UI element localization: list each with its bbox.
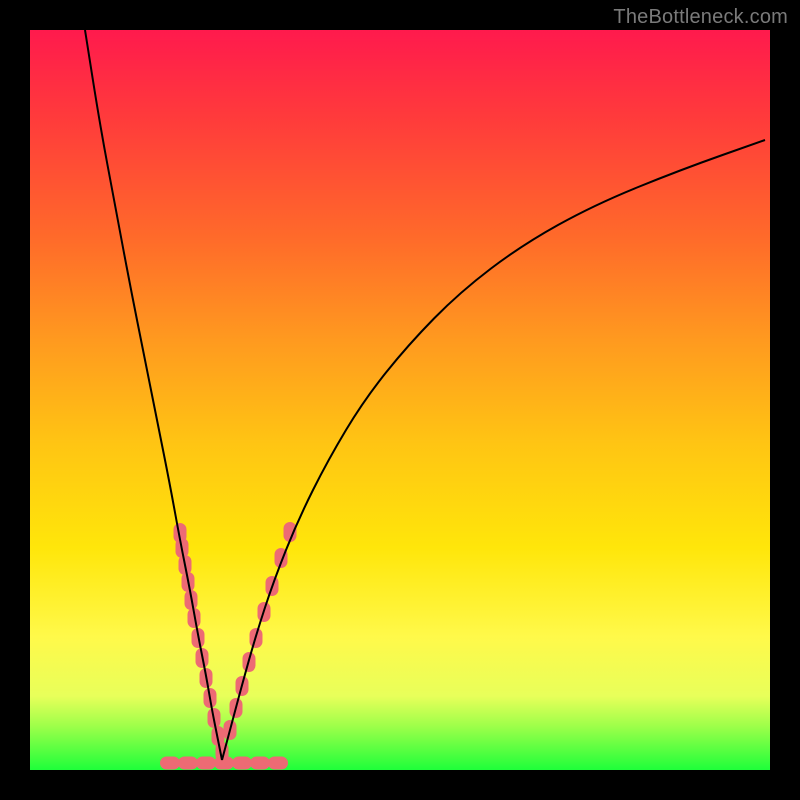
right-curve xyxy=(222,140,765,760)
marker-point xyxy=(160,757,180,770)
marker-point xyxy=(196,757,216,770)
marker-point xyxy=(214,757,234,770)
plot-area xyxy=(30,30,770,770)
marker-point xyxy=(232,757,252,770)
chart-frame: TheBottleneck.com xyxy=(0,0,800,800)
chart-svg xyxy=(30,30,770,770)
left-curve xyxy=(85,30,222,760)
watermark-text: TheBottleneck.com xyxy=(613,6,788,29)
marker-point xyxy=(268,757,288,770)
markers-group xyxy=(160,522,297,770)
marker-point xyxy=(250,757,270,770)
marker-point xyxy=(178,757,198,770)
